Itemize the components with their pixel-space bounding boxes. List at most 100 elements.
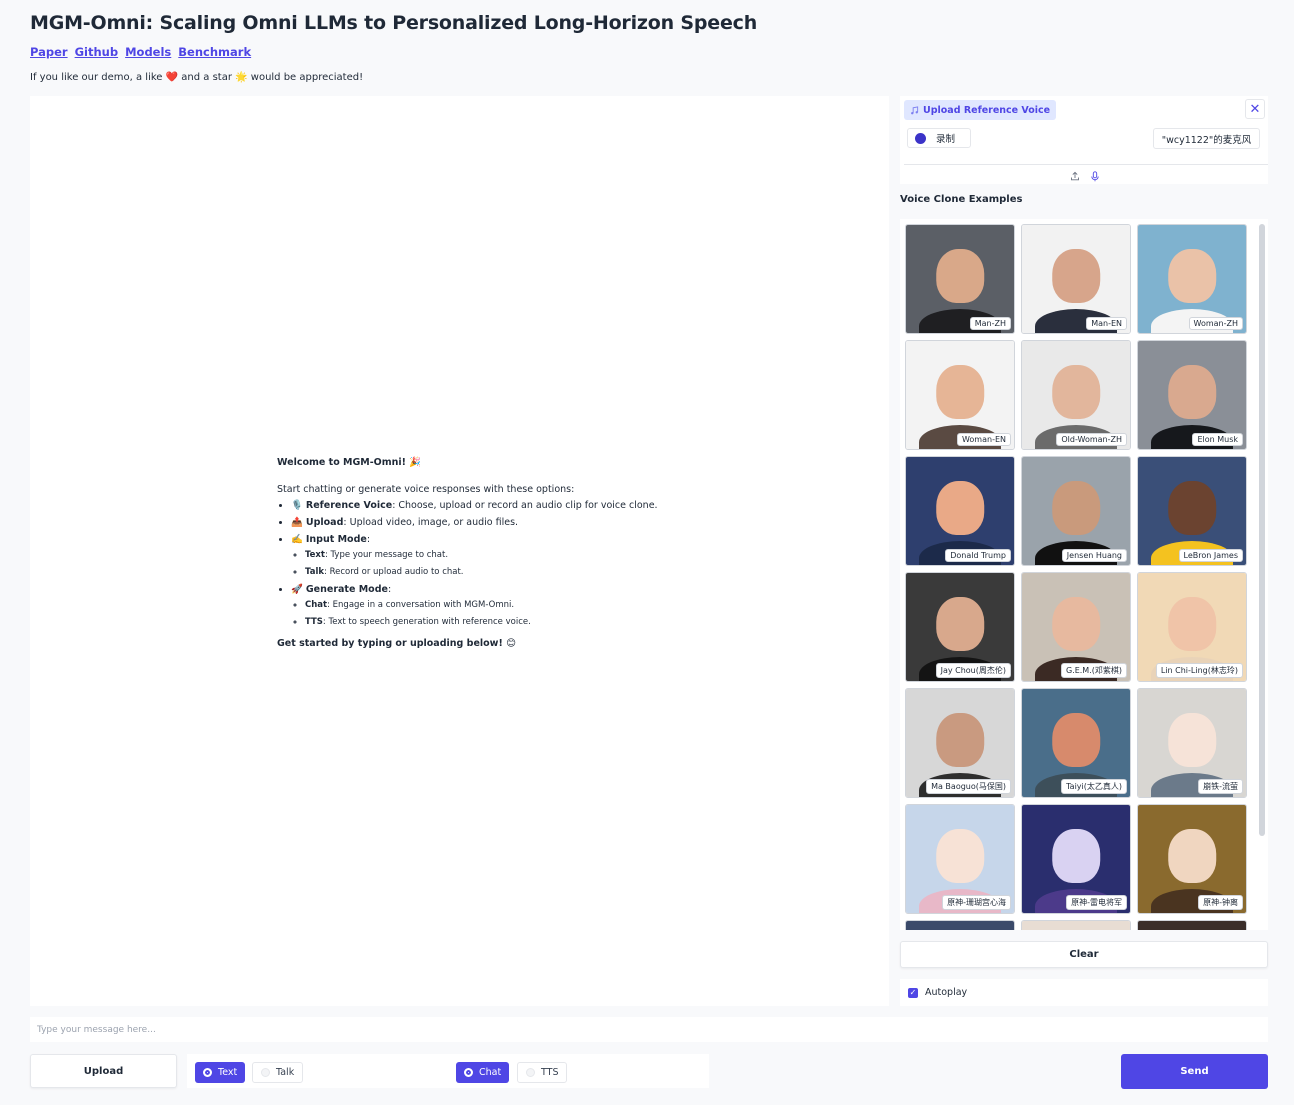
github-link[interactable]: Github <box>75 45 118 59</box>
voice-example-card[interactable]: Donald Trump <box>905 456 1015 566</box>
autoplay-row: ✓ Autoplay <box>900 979 1268 1006</box>
portrait-head <box>1052 712 1100 767</box>
voice-example-card[interactable] <box>905 920 1015 930</box>
voice-example-portrait <box>1022 921 1130 930</box>
portrait-head <box>1168 248 1216 303</box>
list-item: 🚀 Generate Mode: Chat: Engage in a conve… <box>291 583 697 629</box>
sub-label: Text <box>305 549 325 560</box>
rocket-emoji-icon: 🚀 <box>291 583 303 595</box>
welcome-message: Welcome to MGM-Omni! 🎉 Start chatting or… <box>277 456 697 652</box>
autoplay-label: Autoplay <box>925 987 968 998</box>
tagline-text-before: If you like our demo, a like <box>30 72 163 83</box>
upload-button[interactable]: Upload <box>30 1054 177 1088</box>
voice-example-caption: 崩铁-流萤 <box>1198 779 1243 794</box>
voice-example-card[interactable]: Man-ZH <box>905 224 1015 334</box>
voice-clone-gallery: Man-ZH Man-EN Woman-ZH Woman-EN Old-Woman-ZH… <box>900 219 1268 930</box>
portrait-head <box>936 364 984 419</box>
portrait-head <box>1168 596 1216 651</box>
voice-example-card[interactable]: Ma Baoguo(马保国) <box>905 688 1015 798</box>
option-text: : <box>366 533 371 545</box>
input-mode-talk-radio[interactable]: Talk <box>252 1062 304 1083</box>
voice-example-card[interactable]: 崩铁-流萤 <box>1137 688 1247 798</box>
record-button[interactable]: 录制 <box>907 128 971 148</box>
voice-example-card[interactable]: Lin Chi-Ling(林志玲) <box>1137 572 1247 682</box>
voice-example-card[interactable]: LeBron James <box>1137 456 1247 566</box>
paper-link[interactable]: Paper <box>30 45 68 59</box>
welcome-intro: Start chatting or generate voice respons… <box>277 483 575 495</box>
close-button[interactable]: ✕ <box>1245 99 1265 119</box>
voice-example-card[interactable] <box>1021 920 1131 930</box>
voice-example-caption: Old-Woman-ZH <box>1056 433 1127 446</box>
models-link[interactable]: Models <box>125 45 171 59</box>
input-mode-sublist: Text: Type your message to chat. Talk: R… <box>291 549 697 579</box>
upload-icon[interactable] <box>1070 171 1080 181</box>
generate-mode-sublist: Chat: Engage in a conversation with MGM-… <box>291 599 697 629</box>
send-button[interactable]: Send <box>1121 1054 1268 1089</box>
option-text: : Choose, upload or record an audio clip… <box>392 500 658 512</box>
gallery-scrollbar[interactable] <box>1259 224 1265 836</box>
generate-mode-tts-radio[interactable]: TTS <box>517 1062 568 1083</box>
voice-example-card[interactable]: Jensen Huang <box>1021 456 1131 566</box>
voice-example-card[interactable]: Woman-ZH <box>1137 224 1247 334</box>
benchmark-link[interactable]: Benchmark <box>178 45 251 59</box>
star-icon: 🌟 <box>235 72 248 83</box>
option-label: Reference Voice <box>305 500 393 512</box>
message-input[interactable] <box>30 1017 1268 1042</box>
generate-mode-chat-radio[interactable]: Chat <box>456 1062 510 1083</box>
welcome-options-list: 🎙️ Reference Voice: Choose, upload or re… <box>277 499 697 629</box>
voice-example-caption: Man-EN <box>1086 317 1127 330</box>
reference-voice-label-text: Upload Reference Voice <box>923 104 1051 116</box>
voice-example-card[interactable]: 原神-钟离 <box>1137 804 1247 914</box>
divider <box>904 164 1268 165</box>
voice-example-card[interactable]: Jay Chou(周杰伦) <box>905 572 1015 682</box>
voice-example-caption: LeBron James <box>1178 549 1243 562</box>
voice-example-caption: Jensen Huang <box>1061 549 1127 562</box>
tagline: If you like our demo, a like ❤️ and a st… <box>30 72 363 83</box>
option-text: : Upload video, image, or audio files. <box>343 517 519 529</box>
sub-text: : Engage in a conversation with MGM-Omni… <box>327 599 515 610</box>
voice-example-card[interactable]: Old-Woman-ZH <box>1021 340 1131 450</box>
portrait-head <box>936 828 984 883</box>
reference-voice-label: Upload Reference Voice <box>904 100 1057 120</box>
microphone-icon[interactable] <box>1090 171 1100 182</box>
voice-example-caption: 原神-雷电将军 <box>1066 895 1127 910</box>
voice-example-caption: Woman-ZH <box>1188 317 1243 330</box>
list-item: Chat: Engage in a conversation with MGM-… <box>305 599 697 612</box>
voice-example-card[interactable]: 原神-珊瑚宫心海 <box>905 804 1015 914</box>
sub-label: Chat <box>305 599 328 610</box>
radio-label: TTS <box>541 1067 559 1078</box>
microphone-select[interactable]: "wcy1122"的麦克风 <box>1153 128 1260 149</box>
portrait-head <box>936 596 984 651</box>
portrait-head <box>936 712 984 767</box>
clear-button[interactable]: Clear <box>900 941 1268 968</box>
list-item: TTS: Text to speech generation with refe… <box>305 616 697 629</box>
microphone-emoji-icon: 🎙️ <box>291 500 303 512</box>
voice-example-caption: Ma Baoguo(马保国) <box>926 779 1011 794</box>
header-links: Paper Github Models Benchmark <box>30 45 254 59</box>
input-mode-text-radio[interactable]: Text <box>195 1062 246 1083</box>
radio-dot-icon <box>464 1068 473 1077</box>
voice-example-card[interactable] <box>1137 920 1247 930</box>
voice-example-card[interactable]: Man-EN <box>1021 224 1131 334</box>
voice-example-card[interactable]: Woman-EN <box>905 340 1015 450</box>
portrait-head <box>936 248 984 303</box>
voice-example-caption: Donald Trump <box>945 549 1011 562</box>
welcome-outro: Get started by typing or uploading below… <box>277 638 516 649</box>
portrait-head <box>1052 596 1100 651</box>
list-item: ✍️ Input Mode: Text: Type your message t… <box>291 533 697 579</box>
voice-clone-title: Voice Clone Examples <box>900 194 1023 205</box>
mode-bar: Text Talk Chat TTS <box>187 1054 709 1088</box>
voice-example-card[interactable]: Elon Musk <box>1137 340 1247 450</box>
voice-example-card[interactable]: G.E.M.(邓紫棋) <box>1021 572 1131 682</box>
voice-example-card[interactable]: 原神-雷电将军 <box>1021 804 1131 914</box>
radio-label: Talk <box>276 1067 295 1078</box>
voice-example-caption: Jay Chou(周杰伦) <box>935 663 1011 678</box>
autoplay-checkbox[interactable]: ✓ <box>908 987 918 998</box>
voice-example-caption: G.E.M.(邓紫棋) <box>1060 663 1127 678</box>
list-item: 📤 Upload: Upload video, image, or audio … <box>291 516 697 531</box>
voice-example-caption: 原神-珊瑚宫心海 <box>942 895 1011 910</box>
voice-example-card[interactable]: Taiyi(太乙真人) <box>1021 688 1131 798</box>
voice-example-caption: Man-ZH <box>969 317 1011 330</box>
tagline-text-middle: and a star <box>181 72 232 83</box>
chat-panel: Welcome to MGM-Omni! 🎉 Start chatting or… <box>30 96 889 1006</box>
